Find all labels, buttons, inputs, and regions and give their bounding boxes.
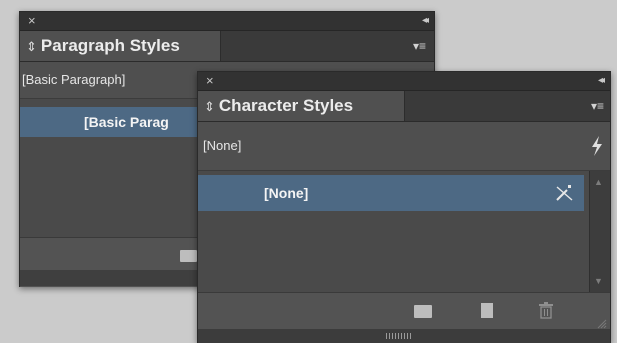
close-icon[interactable]: × [28, 13, 36, 29]
scroll-up-icon[interactable]: ▲ [594, 177, 603, 187]
current-style-bar: [None] [198, 122, 610, 171]
current-style-label: [None] [203, 138, 242, 153]
trash-icon[interactable] [538, 302, 554, 319]
tab-paragraph-styles[interactable]: ⇕ Paragraph Styles [20, 31, 221, 61]
character-panel-titlebar[interactable]: × ◂◂ [198, 72, 610, 91]
new-page-icon[interactable] [481, 303, 493, 318]
bottom-strip [198, 329, 610, 343]
pencil-crossed-icon [556, 185, 573, 201]
resize-grip-icon[interactable] [597, 319, 607, 329]
drag-handle[interactable] [386, 333, 412, 339]
folder-icon[interactable] [414, 305, 432, 318]
scroll-down-icon[interactable]: ▼ [594, 276, 603, 286]
close-icon[interactable]: × [206, 73, 214, 89]
list-item-label: [Basic Parag [84, 114, 169, 130]
collapse-icon[interactable]: ◂◂ [598, 73, 605, 89]
tab-label: Paragraph Styles [40, 36, 180, 55]
tab-character-styles[interactable]: ⇕ Character Styles [198, 91, 405, 121]
collapse-icon[interactable]: ◂◂ [422, 13, 429, 29]
tab-toggle-arrows-icon: ⇕ [26, 39, 37, 54]
paragraph-panel-tabrow: ⇕ Paragraph Styles ▾≡ [20, 31, 434, 62]
lightning-icon[interactable] [590, 135, 604, 157]
scrollbar[interactable]: ▲ ▼ [589, 171, 610, 292]
current-style-label: [Basic Paragraph] [22, 72, 126, 87]
tab-label: Character Styles [218, 96, 354, 115]
paragraph-panel-titlebar[interactable]: × ◂◂ [20, 12, 434, 31]
character-panel-footer [198, 292, 610, 343]
character-styles-panel: × ◂◂ ⇕ Character Styles ▾≡ [None] [None] … [197, 71, 611, 343]
folder-icon[interactable] [180, 250, 197, 262]
character-panel-tabrow: ⇕ Character Styles ▾≡ [198, 91, 610, 122]
panel-menu-icon[interactable]: ▾≡ [591, 99, 604, 113]
list-item[interactable]: [None] [198, 175, 584, 211]
character-style-list: [None] ▲ ▼ [198, 171, 610, 292]
panel-menu-icon[interactable]: ▾≡ [413, 39, 426, 53]
list-item-label: [None] [264, 185, 309, 201]
tab-toggle-arrows-icon: ⇕ [204, 99, 215, 114]
